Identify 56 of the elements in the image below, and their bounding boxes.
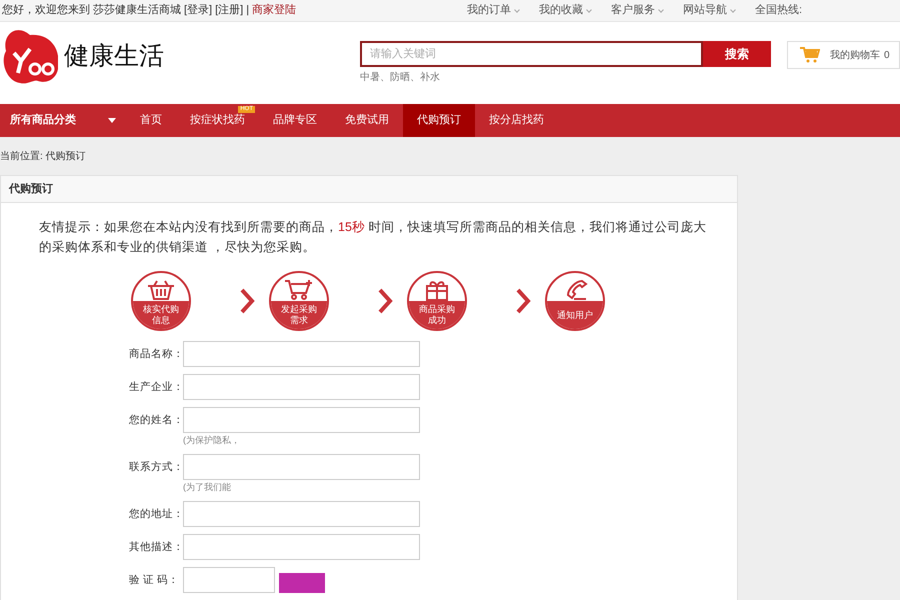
input-field[interactable] [183, 454, 420, 480]
field-label: 您的地址： [129, 507, 183, 522]
cart-plus-icon [284, 279, 314, 301]
logo-text: 健康生活 [64, 41, 164, 72]
login-link[interactable]: [登录] [184, 2, 212, 19]
input-field[interactable] [183, 374, 420, 400]
top-menu-link[interactable]: 客户服务 [610, 2, 663, 19]
search-button[interactable]: 搜索 [703, 41, 771, 67]
cart-icon [800, 47, 820, 63]
caret-icon [108, 118, 116, 123]
field-hint: (为保护隐私， [183, 434, 241, 447]
captcha-image [279, 573, 325, 593]
nav-tab[interactable]: 按分店找药 [475, 104, 558, 137]
field-hint: (为了我们能 [183, 481, 232, 494]
site-name-link[interactable]: 莎莎健康生活商城 [93, 2, 181, 19]
separator-text: | [246, 3, 250, 18]
input-field[interactable] [183, 534, 420, 560]
chevron-right-icon [377, 288, 393, 314]
captcha-field[interactable] [183, 567, 275, 593]
category-menu[interactable]: 所有商品分类 [0, 104, 126, 137]
nav-tab[interactable]: 品牌专区 [259, 104, 331, 137]
tip-text: 友情提示：如果您在本站内没有找到所需要的商品，15秒 时间，快速填写所需商品的相关信息，我们将通过公司庞大的采购体系和专业的供销渠道 ，尽快为您采购。 [39, 219, 708, 256]
top-menu-link[interactable]: 我的收藏 [538, 2, 591, 19]
field-label: 您的姓名： [129, 413, 183, 428]
hot-keywords: 中暑、防晒、补水 [360, 70, 441, 85]
search-field[interactable]: 请输入关键词 [360, 41, 703, 67]
cart-count: 0 [884, 48, 890, 62]
input-field[interactable] [183, 407, 420, 433]
breadcrumb: 当前位置: 代购预订 [0, 150, 87, 164]
top-menu-link[interactable]: 网站导航 [682, 2, 735, 19]
panel-title: 代购预订 [1, 176, 737, 203]
field-label: 商品名称： [129, 347, 183, 362]
nav-tab[interactable]: 首页 [126, 104, 176, 137]
chevron-right-icon [239, 288, 255, 314]
greeting-text: 您好，欢迎您来到 [2, 2, 90, 18]
step-label: 核实代购信息 [133, 301, 189, 329]
nav-tab[interactable]: 免费试用 [331, 104, 403, 137]
top-menu-link[interactable]: 全国热线: [754, 2, 802, 19]
merchant-login-link[interactable]: 商家登陆 [252, 2, 296, 19]
chevron-right-icon [515, 288, 531, 314]
field-label: 其他描述： [129, 540, 183, 555]
cart-button[interactable]: 我的购物车 0 [787, 41, 900, 69]
input-field[interactable] [183, 501, 420, 527]
cart-label: 我的购物车 [830, 48, 880, 62]
step-label: 发起采购需求 [271, 301, 327, 329]
field-label: 联系方式： [129, 460, 183, 475]
input-field[interactable] [183, 341, 420, 367]
field-label: 验 证 码： [129, 573, 180, 588]
top-menu-link[interactable]: 我的订单 [466, 2, 519, 19]
gift-icon [424, 279, 450, 301]
field-label: 生产企业： [129, 380, 183, 395]
register-link[interactable]: [注册] [215, 2, 244, 19]
basket-icon [146, 279, 176, 301]
step-label: 商品采购成功 [409, 301, 465, 329]
nav-tab[interactable]: 代购预订 [403, 104, 475, 137]
step-label: 通知用户 [547, 301, 603, 329]
